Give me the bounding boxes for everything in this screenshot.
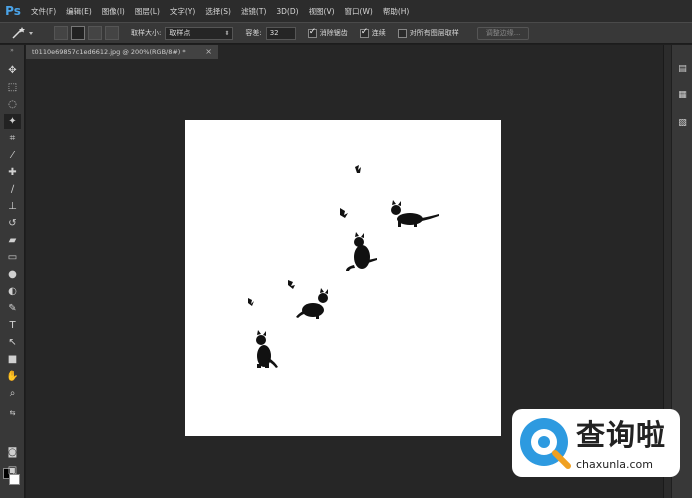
marquee-tool-icon[interactable]: ⬚ — [4, 80, 21, 95]
watermark-logo: 查询啦 chaxunla.com — [510, 408, 680, 478]
blur-tool-icon[interactable]: ● — [4, 267, 21, 282]
intersect-selection-mode-button[interactable] — [105, 26, 119, 40]
watermark-url: chaxunla.com — [576, 458, 653, 471]
tolerance-label: 容差: — [245, 29, 262, 37]
zoom-tool-icon[interactable]: ⌕ — [4, 386, 21, 401]
menu-image[interactable]: 图像(I) — [97, 6, 130, 17]
dodge-tool-icon[interactable]: ◐ — [4, 284, 21, 299]
menu-help[interactable]: 帮助(H) — [378, 6, 415, 17]
document-tab-bar: t0110e69857c1ed6612.jpg @ 200%(RGB/8#) *… — [26, 45, 663, 59]
butterfly-silhouette — [340, 208, 348, 218]
sample-size-select[interactable]: 取样点 — [165, 26, 234, 40]
close-tab-icon[interactable]: × — [205, 45, 212, 59]
brush-tool-icon[interactable]: ∕ — [4, 182, 21, 197]
butterfly-silhouette — [288, 280, 295, 289]
sample-all-layers-label: 对所有图层取样 — [409, 29, 459, 37]
screen-mode-icon[interactable]: ▣ — [4, 463, 21, 478]
document-tab[interactable]: t0110e69857c1ed6612.jpg @ 200%(RGB/8#) *… — [26, 45, 218, 59]
menu-window[interactable]: 窗口(W) — [340, 6, 378, 17]
history-brush-tool-icon[interactable]: ↺ — [4, 216, 21, 231]
type-tool-icon[interactable]: T — [4, 318, 21, 333]
gradient-tool-icon[interactable]: ▭ — [4, 250, 21, 265]
new-selection-mode-button[interactable] — [54, 26, 68, 40]
contiguous-checkbox[interactable] — [359, 27, 369, 38]
lasso-tool-icon[interactable]: ◌ — [4, 97, 21, 112]
subtract-selection-mode-button[interactable] — [88, 26, 102, 40]
tolerance-input[interactable]: 32 — [265, 26, 296, 40]
magic-wand-icon — [12, 27, 33, 39]
document-canvas[interactable] — [185, 120, 501, 436]
eraser-tool-icon[interactable]: ▰ — [4, 233, 21, 248]
move-tool-icon[interactable]: ✥ — [4, 63, 21, 78]
eyedropper-tool-icon[interactable]: ⁄ — [4, 148, 21, 163]
pen-tool-icon[interactable]: ✎ — [4, 301, 21, 316]
butterfly-silhouette — [248, 298, 254, 306]
watermark-text: 查询啦 — [576, 418, 667, 452]
cat-silhouette — [346, 232, 377, 271]
tools-panel: » ✥ ⬚ ◌ ✦ ⌗ ⁄ ✚ ∕ ⊥ ↺ ▰ ▭ ● ◐ ✎ T ↖ ■ ✋ … — [0, 45, 25, 498]
menu-file[interactable]: 文件(F) — [26, 6, 61, 17]
collapse-toolbar-icon[interactable]: » — [0, 45, 24, 57]
contiguous-label: 连续 — [371, 29, 386, 37]
swap-colors-icon[interactable]: ⇆ — [4, 405, 21, 420]
add-selection-mode-button[interactable] — [71, 26, 85, 40]
menu-3d[interactable]: 3D(D) — [271, 7, 303, 16]
tool-preset-picker[interactable] — [10, 24, 40, 42]
cat-silhouette — [391, 200, 439, 227]
options-bar: 取样大小: 取样点 容差: 32 消除锯齿 连续 对所有图层取样 调整边缘... — [0, 22, 692, 44]
history-panel-icon[interactable]: ▤ — [675, 61, 690, 76]
refine-edge-button[interactable]: 调整边缘... — [476, 26, 530, 40]
sample-size-label: 取样大小: — [131, 29, 162, 37]
menu-select[interactable]: 选择(S) — [200, 6, 236, 17]
cat-silhouettes-image — [248, 165, 439, 368]
rectangle-tool-icon[interactable]: ■ — [4, 352, 21, 367]
cat-silhouette — [256, 330, 278, 368]
sample-all-layers-checkbox[interactable] — [397, 28, 407, 38]
anti-alias-label: 消除锯齿 — [319, 29, 348, 37]
document-tab-title: t0110e69857c1ed6612.jpg @ 200%(RGB/8#) * — [32, 48, 186, 56]
path-selection-tool-icon[interactable]: ↖ — [4, 335, 21, 350]
quick-mask-icon[interactable]: ◙ — [4, 445, 21, 460]
hand-tool-icon[interactable]: ✋ — [4, 369, 21, 384]
butterfly-silhouette — [355, 165, 361, 173]
menu-bar: Ps 文件(F) 编辑(E) 图像(I) 图层(L) 文字(Y) 选择(S) 滤… — [0, 0, 692, 22]
tool-presets-panel-icon[interactable]: ▧ — [675, 115, 690, 130]
magic-wand-tool-icon[interactable]: ✦ — [4, 114, 21, 129]
menu-type[interactable]: 文字(Y) — [165, 6, 200, 17]
cat-silhouette — [296, 288, 328, 319]
properties-panel-icon[interactable]: ▦ — [675, 87, 690, 102]
crop-tool-icon[interactable]: ⌗ — [4, 131, 21, 146]
anti-alias-checkbox[interactable] — [307, 27, 317, 38]
photoshop-logo: Ps — [5, 4, 21, 18]
clone-stamp-tool-icon[interactable]: ⊥ — [4, 199, 21, 214]
menu-view[interactable]: 视图(V) — [304, 6, 340, 17]
healing-brush-tool-icon[interactable]: ✚ — [4, 165, 21, 180]
menu-filter[interactable]: 滤镜(T) — [236, 6, 271, 17]
menu-edit[interactable]: 编辑(E) — [61, 6, 97, 17]
menu-layer[interactable]: 图层(L) — [130, 6, 165, 17]
